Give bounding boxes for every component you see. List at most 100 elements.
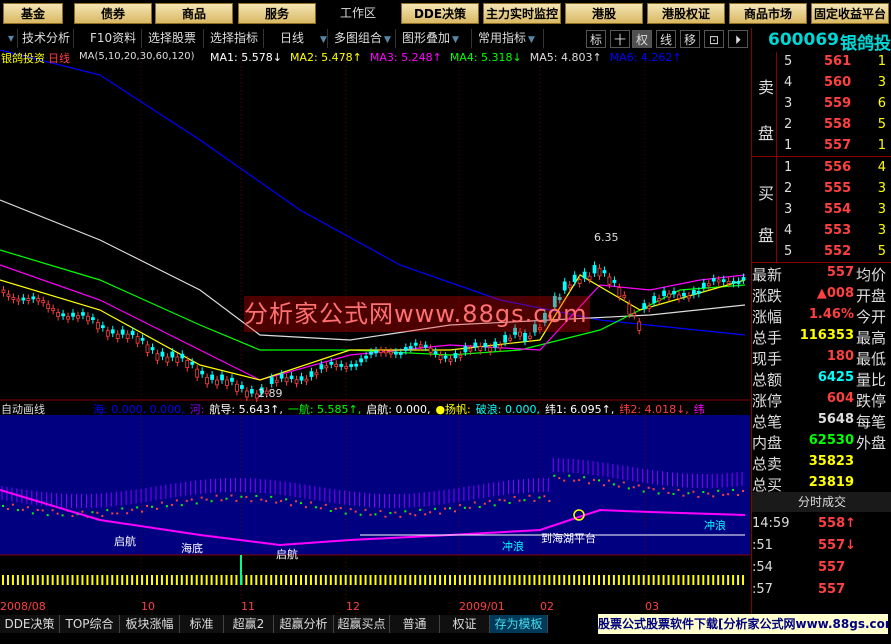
- toolbar-overlay[interactable]: 图形叠加 ▼: [398, 29, 472, 48]
- candle-body: [135, 336, 140, 344]
- crosshair-icon[interactable]: 十: [610, 30, 630, 48]
- indicator-dot: [26, 506, 29, 509]
- ask-price: 557: [824, 138, 852, 153]
- volume-bar: [677, 575, 680, 585]
- volume-bar: [672, 575, 675, 585]
- toolbar-select-stock[interactable]: 选择股票: [144, 29, 204, 48]
- menu-workspace[interactable]: 工作区: [322, 3, 394, 24]
- toolbar-tech-analysis[interactable]: 技术分析: [18, 29, 74, 48]
- toolbar-select-indicator[interactable]: 选择指标: [206, 29, 264, 48]
- bid-row[interactable]: 1 556 4: [752, 158, 891, 179]
- volume-bar: [468, 575, 471, 585]
- indicator-dot: [627, 487, 630, 490]
- indicator-dot: [71, 515, 74, 518]
- candle-body: [503, 335, 508, 343]
- window-icon[interactable]: ⊡: [704, 30, 724, 48]
- indicator-dot: [215, 494, 218, 497]
- stat-key: 涨跌: [752, 287, 783, 305]
- volume-bar: [265, 575, 268, 585]
- indicator-dot: [622, 481, 625, 484]
- menu-main-monitor[interactable]: 主力实时监控: [483, 3, 561, 24]
- dropdown-arrow-icon: ▼: [320, 35, 327, 45]
- indicator-dot: [429, 511, 432, 514]
- toolbar-f10[interactable]: F10资料: [76, 29, 142, 48]
- menu-hk-warrant[interactable]: 港股权证: [647, 3, 725, 24]
- bottom-tab[interactable]: 普通: [390, 615, 440, 633]
- candle-body: [185, 359, 190, 369]
- volume-bar: [399, 575, 402, 585]
- ad-banner[interactable]: 股票公式股票软件下载[分析家公式网www.88gs.com]: [598, 614, 888, 634]
- play-icon[interactable]: ⏵: [728, 30, 748, 48]
- menu-hk-stock[interactable]: 港股: [565, 3, 643, 24]
- bottom-tab[interactable]: 权证: [440, 615, 490, 633]
- candle-body: [652, 296, 657, 303]
- indicator-params: 海: 0.000, 0.000, 河: 航导: 5.643↑, 一航: 5.585↑,…: [93, 401, 710, 417]
- bid-price: 554: [824, 202, 852, 217]
- candle-body: [393, 351, 398, 355]
- volume-bar: [374, 575, 377, 585]
- bid-row[interactable]: 5 552 5: [752, 242, 891, 263]
- menu-commodity[interactable]: 商品: [155, 3, 233, 24]
- candle-body: [344, 365, 349, 369]
- menu-bond[interactable]: 债券: [74, 3, 152, 24]
- bottom-tab[interactable]: 超赢分析: [274, 615, 334, 633]
- candle-body: [235, 383, 239, 392]
- volume-bar: [722, 575, 725, 585]
- toolbar-multi-chart[interactable]: 多图组合 ▼: [330, 29, 396, 48]
- tick-time: :57: [752, 582, 773, 597]
- bottom-tab[interactable]: 标准: [180, 615, 224, 633]
- volume-bar: [717, 575, 720, 585]
- indicator-dot: [309, 501, 312, 504]
- mark-icon[interactable]: 标: [586, 30, 606, 48]
- move-icon[interactable]: 移: [680, 30, 700, 48]
- bid-row[interactable]: 4 553 3: [752, 221, 891, 242]
- bottom-tab[interactable]: DDE决策: [0, 615, 60, 633]
- volume-bar: [165, 575, 168, 585]
- indicator-dot: [290, 504, 293, 507]
- bottom-tab[interactable]: 超赢买点: [334, 615, 390, 633]
- volume-bar: [344, 575, 347, 585]
- indicator-dot: [652, 488, 655, 491]
- toolbar-arrow-icon[interactable]: ▾: [4, 29, 18, 48]
- volume-bar: [46, 575, 49, 585]
- volume-bar: [21, 575, 24, 585]
- candle-body: [403, 347, 408, 351]
- toolbar-period[interactable]: 日线 ▼: [266, 29, 328, 48]
- bottom-tab[interactable]: TOP综合: [60, 615, 120, 633]
- indicator-dot: [513, 495, 516, 498]
- candle-body: [706, 283, 711, 287]
- bottom-tab[interactable]: 超赢2: [224, 615, 274, 633]
- indicator-title: 自动画线: [1, 403, 45, 416]
- candle-body: [528, 335, 532, 339]
- bid-row[interactable]: 2 555 3: [752, 179, 891, 200]
- line-icon[interactable]: 线: [656, 30, 676, 48]
- candle-body: [453, 353, 458, 359]
- rights-icon[interactable]: 权: [632, 30, 652, 48]
- toolbar-common-indicator[interactable]: 常用指标 ▼: [474, 29, 544, 48]
- menu-service[interactable]: 服务: [238, 3, 316, 24]
- candle-body: [696, 290, 701, 294]
- stat-key-2: 开盘: [856, 287, 887, 305]
- menu-fixed-income[interactable]: 固定收益平台: [811, 3, 889, 24]
- volume-bar: [682, 575, 685, 585]
- divider: [752, 156, 891, 157]
- menu-commodity-market[interactable]: 商品市场: [729, 3, 807, 24]
- indicator-dot: [175, 499, 178, 502]
- ask-row[interactable]: 5 561 1: [752, 52, 891, 73]
- volume-bar: [300, 575, 302, 585]
- stat-key: 总手: [752, 329, 783, 347]
- menu-fund[interactable]: 基金: [3, 3, 63, 24]
- ticks-title[interactable]: 分时成交: [752, 492, 891, 512]
- menu-dde[interactable]: DDE决策: [401, 3, 479, 24]
- volume-bar: [439, 575, 442, 585]
- indicator-dot: [702, 491, 705, 494]
- bid-row[interactable]: 3 554 3: [752, 200, 891, 221]
- bottom-tab[interactable]: 板块涨幅: [120, 615, 180, 633]
- ma-params: MA(5,10,20,30,60,120): [79, 51, 195, 62]
- candle-body: [31, 296, 36, 300]
- volume-bar: [71, 575, 74, 585]
- indicator-dot: [220, 499, 223, 502]
- indicator-dot: [707, 492, 710, 495]
- bottom-tab[interactable]: 存为模板: [490, 615, 548, 633]
- chart-area[interactable]: 银鸽投资 日线 MA(5,10,20,30,60,120) MA1: 5.578↓…: [0, 50, 750, 613]
